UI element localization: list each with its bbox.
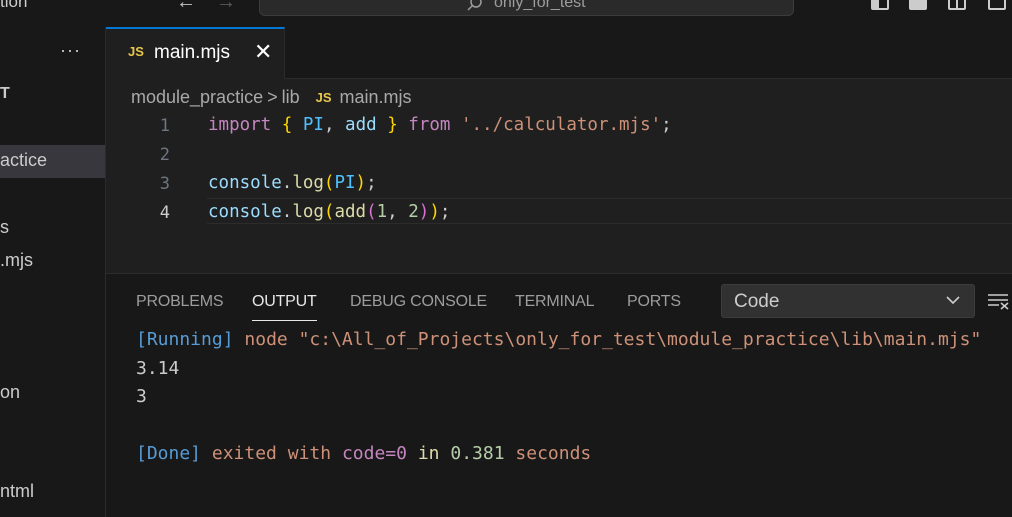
done-tag: [Done]	[136, 443, 202, 464]
filter-list-icon[interactable]	[987, 292, 1009, 310]
editor-tab-bar: JS main.mjs ✕	[106, 27, 1012, 79]
back-arrow-icon[interactable]: ←	[176, 0, 196, 14]
number-arg-1: 1	[376, 202, 388, 222]
paren-close: )	[429, 202, 440, 222]
semicolon: ;	[661, 115, 672, 135]
brace-close: }	[387, 115, 398, 135]
tab-output[interactable]: OUTPUT	[252, 293, 317, 311]
title-more-icon[interactable]: ···	[62, 0, 81, 8]
customize-layout-icon[interactable]	[988, 0, 1006, 10]
identifier-console: console	[208, 202, 282, 222]
keyword-import: import	[208, 115, 272, 135]
search-icon	[467, 0, 482, 11]
identifier-add: add	[345, 115, 377, 135]
explorer-item-main-mjs[interactable]: .mjs	[0, 250, 33, 271]
identifier-pi: PI	[334, 173, 356, 193]
run-command: node "c:\All_of_Projects\only_for_test\m…	[244, 329, 982, 350]
chevron-down-icon	[946, 296, 960, 305]
exit-code: code=0	[341, 443, 407, 464]
tab-main-mjs[interactable]: JS main.mjs ✕	[106, 27, 285, 79]
line-number-active: 4	[159, 203, 170, 223]
brace-open: {	[281, 115, 293, 135]
breadcrumb: module_practice > lib JS main.mjs	[131, 86, 412, 108]
code-line-3[interactable]: console.log(PI);	[208, 173, 377, 193]
code-line-4[interactable]: console.log(add(1, 2));	[208, 202, 450, 222]
import-path-string: '../calculator.mjs'	[460, 115, 662, 135]
toggle-secondary-sidebar-icon[interactable]	[948, 0, 966, 10]
semicolon: ;	[366, 173, 377, 193]
bottom-panel: PROBLEMS OUTPUT DEBUG CONSOLE TERMINAL P…	[106, 273, 1012, 517]
line-number: 2	[159, 145, 170, 165]
explorer-section-header[interactable]: T	[0, 85, 10, 103]
line-number: 1	[159, 116, 170, 136]
breadcrumb-separator: >	[267, 86, 278, 107]
window-title: tion	[0, 0, 28, 11]
function-add: add	[334, 202, 367, 222]
done-word: in	[417, 443, 440, 464]
code-editor[interactable]: 1 2 3 4 import { PI, add } from '../calc…	[106, 112, 1012, 272]
paren-close: )	[355, 173, 367, 193]
running-tag: [Running]	[136, 329, 234, 350]
toggle-sidebar-icon[interactable]	[871, 0, 889, 10]
done-word: exited	[211, 443, 277, 464]
toggle-panel-icon[interactable]	[909, 0, 927, 10]
function-log: log	[292, 202, 324, 222]
explorer-item-2[interactable]: on	[0, 382, 20, 403]
line-number: 3	[159, 174, 170, 194]
elapsed-time: 0.381	[450, 443, 505, 464]
tab-problems[interactable]: PROBLEMS	[136, 293, 224, 311]
output-channel-value: Code	[734, 291, 780, 312]
identifier-pi: PI	[302, 115, 324, 135]
function-log: log	[292, 173, 324, 193]
breadcrumb-item-lib[interactable]: lib	[282, 87, 300, 107]
identifier-console: console	[208, 173, 282, 193]
paren-open: (	[323, 202, 335, 222]
breadcrumb-item-file[interactable]: main.mjs	[340, 87, 412, 107]
explorer-item-3[interactable]: ntml	[0, 481, 34, 502]
number-arg-2: 2	[408, 202, 419, 222]
breadcrumb-item-folder[interactable]: module_practice	[131, 87, 263, 107]
comma: ,	[387, 202, 409, 222]
dot: .	[281, 173, 293, 193]
tab-ports[interactable]: PORTS	[627, 293, 681, 311]
output-line-done: [Done] exited with code=0 in 0.381 secon…	[136, 443, 591, 464]
tab-label: main.mjs	[154, 42, 231, 63]
comma: ,	[323, 115, 335, 135]
inner-paren-open: (	[366, 202, 377, 222]
explorer-item-1[interactable]: s	[0, 217, 9, 238]
inner-paren-close: )	[418, 202, 430, 222]
search-text: only_for_test	[494, 0, 586, 11]
semicolon: ;	[439, 202, 451, 222]
sidebar-more-icon[interactable]: ···	[60, 40, 81, 61]
active-tab-indicator	[252, 320, 317, 321]
done-word: seconds	[515, 443, 592, 464]
output-channel-select[interactable]: Code	[721, 284, 975, 318]
tab-terminal[interactable]: TERMINAL	[515, 293, 595, 311]
code-line-1[interactable]: import { PI, add } from '../calculator.m…	[208, 115, 672, 135]
keyword-from: from	[408, 115, 451, 135]
output-line: 3.14	[136, 358, 180, 379]
explorer-sidebar: ··· T actice s .mjs on ntml	[0, 27, 106, 517]
output-line: 3	[136, 386, 147, 407]
explorer-item-module-practice[interactable]: actice	[0, 150, 47, 171]
forward-arrow-icon[interactable]: →	[216, 0, 236, 14]
tab-debug-console[interactable]: DEBUG CONSOLE	[350, 293, 487, 311]
javascript-file-icon: JS	[315, 89, 332, 105]
done-word: with	[287, 443, 332, 464]
paren-open: (	[323, 173, 335, 193]
title-bar: tion ··· ← → only_for_test	[0, 0, 1012, 27]
command-center-search[interactable]: only_for_test	[259, 0, 794, 16]
output-line-running: [Running] node "c:\All_of_Projects\only_…	[136, 329, 981, 350]
javascript-file-icon: JS	[128, 44, 144, 59]
close-icon[interactable]: ✕	[254, 39, 272, 65]
dot: .	[281, 202, 293, 222]
